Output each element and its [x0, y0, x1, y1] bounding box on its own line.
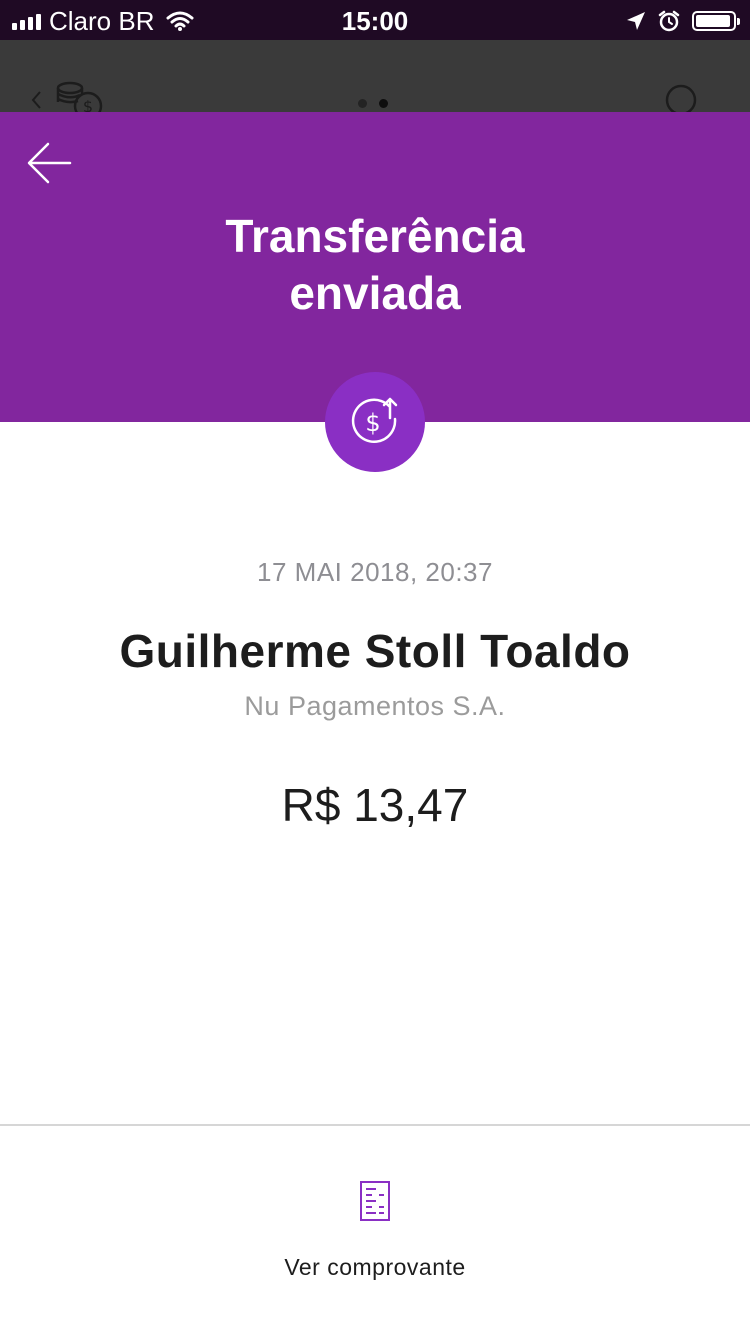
status-bar: Claro BR 15:00 [0, 0, 750, 40]
recipient-institution: Nu Pagamentos S.A. [244, 691, 506, 721]
transfer-amount: R$ 13,47 [281, 779, 469, 831]
page-indicator [358, 99, 388, 108]
transfer-date: 17 MAI 2018, 20:37 [257, 557, 493, 587]
receipt-icon [360, 1181, 390, 1221]
battery-icon [692, 11, 740, 31]
page-dot [358, 99, 367, 108]
money-transfer-icon: $ [351, 397, 398, 444]
transfer-badge: $ [325, 372, 425, 472]
alarm-clock-icon [658, 10, 680, 32]
page-title-line-1: Transferência [225, 210, 525, 262]
background-screen: $ [0, 40, 750, 112]
search-icon [665, 84, 697, 112]
recipient-name: Guilherme Stoll Toaldo [119, 625, 631, 677]
svg-text:$: $ [83, 97, 93, 112]
page-dot-active [379, 99, 388, 108]
svg-text:$: $ [365, 409, 380, 437]
page-title-line-2: enviada [289, 267, 461, 319]
view-receipt-button[interactable]: Ver comprovante [0, 1126, 750, 1334]
status-right [626, 8, 740, 34]
coins-icon: $ [56, 81, 103, 112]
page-title: Transferência enviada [0, 208, 750, 322]
location-arrow-icon [627, 12, 645, 30]
view-receipt-label: Ver comprovante [284, 1254, 466, 1280]
chevron-left-icon [31, 91, 41, 109]
back-arrow-icon[interactable] [26, 140, 72, 186]
